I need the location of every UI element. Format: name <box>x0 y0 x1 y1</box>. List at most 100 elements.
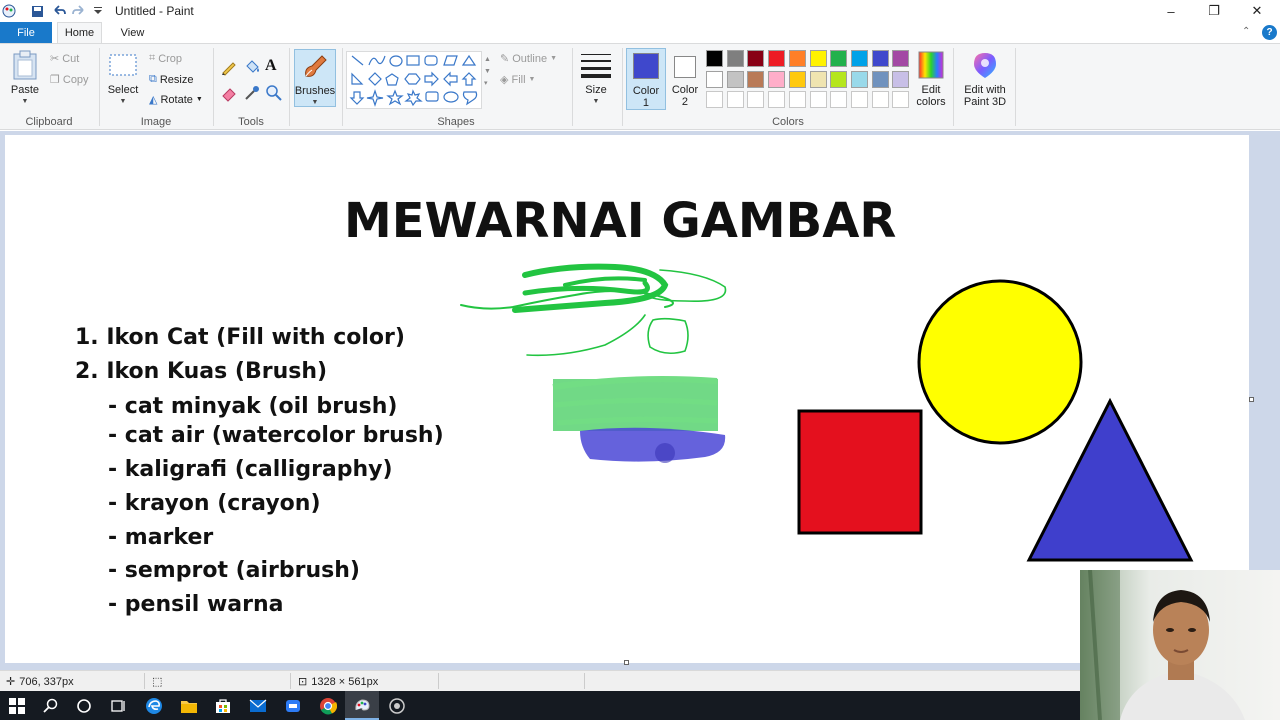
shapes-scroll[interactable]: ▲ ▼ ▾ <box>484 54 491 90</box>
palette-swatch[interactable] <box>706 50 723 67</box>
palette-swatch[interactable] <box>788 91 806 108</box>
palette-swatch[interactable] <box>871 70 889 88</box>
color1-label: Color 1 <box>632 85 660 109</box>
canvas-size-icon: ⊡ <box>298 676 308 688</box>
collapse-ribbon-icon[interactable]: ⌃ <box>1242 26 1250 37</box>
minimize-button[interactable]: – <box>1148 0 1194 22</box>
palette-swatch[interactable] <box>706 91 723 108</box>
help-icon[interactable]: ? <box>1262 25 1277 40</box>
palette-swatch[interactable] <box>830 91 848 108</box>
palette-swatch[interactable] <box>809 70 827 88</box>
palette-swatch[interactable] <box>726 91 744 108</box>
rotate-button[interactable]: ◭ Rotate ▼ <box>149 93 203 107</box>
palette-swatch[interactable] <box>809 91 827 108</box>
fill-button[interactable]: ◈ Fill ▼ <box>500 73 535 87</box>
cortana-icon[interactable] <box>67 691 101 720</box>
file-explorer-icon[interactable] <box>172 691 206 720</box>
drawing-canvas[interactable]: MEWARNAI GAMBAR 1. Ikon Cat (Fill with c… <box>5 135 1249 663</box>
palette-swatch[interactable] <box>871 50 889 67</box>
palette-swatch[interactable] <box>788 50 806 67</box>
resize-button[interactable]: ⧉ Resize <box>149 73 193 86</box>
palette-swatch[interactable] <box>830 70 848 88</box>
color1-button[interactable]: Color 1 <box>626 48 666 110</box>
outline-button[interactable]: ✎ Outline ▼ <box>500 52 557 66</box>
paint-taskbar-icon[interactable] <box>345 691 379 720</box>
recorder-icon[interactable] <box>380 691 414 720</box>
palette-swatch[interactable] <box>768 91 786 108</box>
windows-start-icon[interactable] <box>0 691 34 720</box>
fill-bucket-icon[interactable] <box>243 58 261 76</box>
pencil-icon[interactable] <box>220 58 238 76</box>
group-separator <box>953 48 954 126</box>
crop-icon: ⌗ <box>149 52 156 64</box>
resize-handle-right[interactable] <box>1249 397 1254 402</box>
shapes-gallery[interactable] <box>346 51 482 109</box>
palette-swatch[interactable] <box>830 50 848 67</box>
palette-swatch[interactable] <box>726 50 744 67</box>
rotate-label: Rotate <box>160 93 193 106</box>
resize-icon: ⧉ <box>149 73 157 85</box>
window-title: Untitled - Paint <box>115 4 194 18</box>
palette-swatch[interactable] <box>747 91 765 108</box>
palette-swatch[interactable] <box>850 91 868 108</box>
restore-button[interactable]: ❐ <box>1191 0 1237 22</box>
messaging-app-icon[interactable] <box>276 691 310 720</box>
cursor-position: ✛ 706, 337px <box>6 675 74 689</box>
palette-swatch[interactable] <box>768 50 786 67</box>
undo-icon[interactable] <box>50 3 68 19</box>
customize-quick-access-icon[interactable] <box>89 3 107 19</box>
task-view-icon[interactable] <box>101 691 135 720</box>
brushes-button[interactable]: Brushes ▼ <box>294 49 336 107</box>
copy-button[interactable]: ❐ Copy <box>50 73 89 87</box>
chrome-icon[interactable] <box>311 691 345 720</box>
palette-swatch[interactable] <box>871 91 889 108</box>
edge-browser-icon[interactable] <box>137 691 171 720</box>
close-button[interactable]: ✕ <box>1234 0 1280 22</box>
edit-colors-button[interactable]: Edit colors <box>912 49 950 108</box>
palette-swatch[interactable] <box>706 70 723 88</box>
edit-paint3d-button[interactable]: Edit with Paint 3D <box>958 49 1012 108</box>
tab-file[interactable]: File <box>0 22 52 43</box>
store-icon[interactable] <box>206 691 240 720</box>
group-separator <box>99 48 100 126</box>
palette-swatch[interactable] <box>850 70 868 88</box>
palette-swatch[interactable] <box>768 70 786 88</box>
chevron-down-icon: ▼ <box>195 96 203 103</box>
select-button[interactable]: Select ▼ <box>106 49 140 108</box>
shapes-group-label: Shapes <box>437 116 475 128</box>
paste-button[interactable]: Paste ▼ <box>8 49 42 108</box>
tab-view[interactable]: View <box>110 22 155 43</box>
search-icon[interactable] <box>34 691 68 720</box>
fill-label: Fill <box>511 73 526 86</box>
mail-icon[interactable] <box>241 691 275 720</box>
palette-swatch[interactable] <box>726 70 744 88</box>
palette-swatch[interactable] <box>892 91 910 108</box>
palette-swatch[interactable] <box>892 50 910 67</box>
palette-swatch[interactable] <box>850 50 868 67</box>
save-icon[interactable] <box>28 3 46 19</box>
title-bar: Untitled - Paint – ❐ ✕ <box>0 0 1280 22</box>
tab-home[interactable]: Home <box>57 22 102 43</box>
magnifier-icon[interactable] <box>265 84 283 102</box>
cut-button[interactable]: ✂ Cut <box>50 52 79 66</box>
color2-button[interactable]: Color 2 <box>667 48 703 110</box>
status-separator <box>144 673 145 689</box>
redo-icon[interactable] <box>70 3 88 19</box>
resize-handle-bottom[interactable] <box>624 660 629 665</box>
palette-swatch[interactable] <box>747 70 765 88</box>
size-button[interactable]: Size ▼ <box>578 49 614 108</box>
chevron-down-icon: ▼ <box>592 98 600 105</box>
color-picker-icon[interactable] <box>243 84 261 102</box>
eraser-icon[interactable] <box>220 84 238 102</box>
status-separator <box>438 673 439 689</box>
palette-swatch[interactable] <box>747 50 765 67</box>
palette-swatch[interactable] <box>788 70 806 88</box>
green-brush-stroke <box>552 376 718 431</box>
palette-swatch[interactable] <box>809 50 827 67</box>
color2-label: Color 2 <box>671 84 699 108</box>
crop-button[interactable]: ⌗ Crop <box>149 52 182 65</box>
palette-swatch[interactable] <box>892 70 910 88</box>
resize-label: Resize <box>159 73 194 86</box>
text-tool-icon[interactable]: A <box>265 57 277 75</box>
chevron-down-icon: ▼ <box>311 99 319 106</box>
